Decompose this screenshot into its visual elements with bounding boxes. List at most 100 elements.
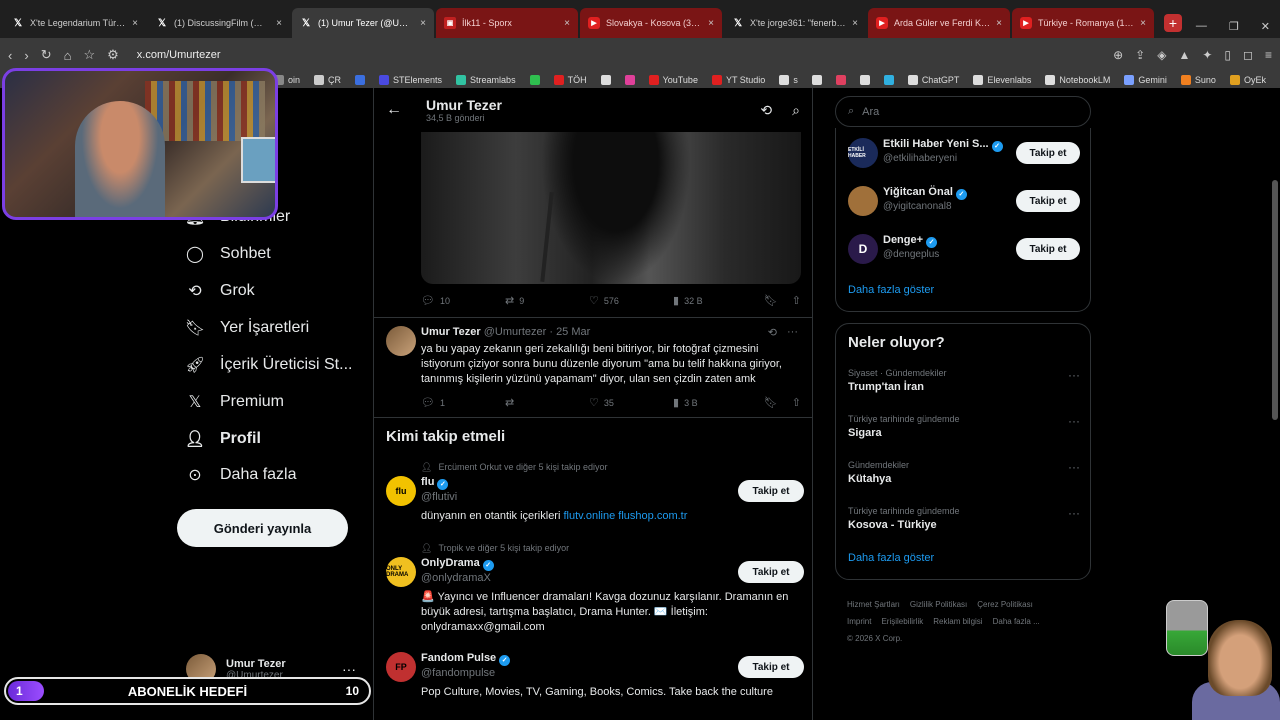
bookmark-item[interactable]: YT Studio (711, 75, 765, 85)
close-tab-icon[interactable]: × (1140, 18, 1146, 29)
close-tab-icon[interactable]: × (132, 18, 138, 29)
browser-tab[interactable]: ▶ Türkiye - Romanya (1-0) Maç Ö × (1012, 8, 1154, 38)
grok-icon[interactable]: ⟲ (768, 326, 777, 339)
tweet-image[interactable] (421, 132, 801, 284)
bookmark-item[interactable] (529, 75, 540, 85)
bookmark-item[interactable]: Gemini (1124, 75, 1167, 85)
avatar[interactable]: FP (386, 652, 416, 682)
like-button[interactable]: ♡ 35 (589, 396, 673, 409)
nav-item-yer-i-şaretleri[interactable]: 🔖︎ Yer İşaretleri (185, 319, 309, 337)
bookmark-icon[interactable]: 🔖︎ (764, 294, 778, 307)
more-dots-icon[interactable]: ··· (342, 661, 356, 677)
share-icon[interactable]: ⇪ (1135, 48, 1145, 62)
nav-item-premium[interactable]: 𝕏 Premium (186, 393, 284, 411)
bookmark-item[interactable] (883, 75, 894, 85)
more-dots-icon[interactable]: ··· (1068, 460, 1080, 474)
retweet-button[interactable]: ⇄ 9 (505, 294, 589, 307)
new-tab-button[interactable]: + (1164, 14, 1182, 32)
avatar[interactable] (848, 186, 878, 216)
browser-tab[interactable]: 𝕏 (1) DiscussingFilm (@Discussin × (148, 8, 290, 38)
footer-link[interactable]: Imprint (847, 617, 871, 626)
suggestion-name[interactable]: Fandom Pulse ✓ (421, 652, 511, 666)
more-dots-icon[interactable]: ··· (1068, 414, 1080, 428)
tweet-author-name[interactable]: Umur Tezer (421, 326, 481, 338)
show-more-link[interactable]: Daha fazla göster (848, 284, 934, 296)
bookmark-item[interactable]: YouTube (648, 75, 698, 85)
tweet-date[interactable]: · 25 Mar (549, 326, 590, 338)
avatar[interactable]: ETKİLİ HABER (848, 138, 878, 168)
like-button[interactable]: ♡ 576 (589, 294, 673, 307)
reply-button[interactable]: 💬︎ 1 (421, 396, 505, 409)
more-dots-icon[interactable]: ··· (1068, 368, 1080, 382)
back-arrow-icon[interactable]: ← (386, 101, 414, 119)
suggestion-name[interactable]: Etkili Haber Yeni S... ✓ (883, 138, 1003, 152)
url-field[interactable]: x.com/Umurtezer (137, 49, 221, 61)
browser-tab[interactable]: 𝕏 (1) Umur Tezer (@Umurtez × (292, 8, 434, 38)
browser-tab[interactable]: 𝕏 X'te jorge361: "fenerbahçe der × (724, 8, 866, 38)
close-window-icon[interactable]: ✕ (1261, 20, 1270, 33)
follow-button[interactable]: Takip et (1016, 190, 1080, 212)
bookmark-page-icon[interactable]: ☆ (83, 47, 95, 63)
wallet-icon[interactable]: ◻ (1243, 48, 1253, 62)
sidebar-icon[interactable]: ▯ (1224, 48, 1231, 62)
footer-link[interactable]: Erişilebilirlik (881, 617, 923, 626)
suggestion-name[interactable]: flu ✓ (421, 476, 449, 490)
nav-item-profil[interactable]: 👤︎ Profil (185, 430, 261, 448)
home-icon[interactable]: ⌂ (64, 48, 72, 63)
bookmark-item[interactable]: Suno (1180, 75, 1216, 85)
follow-button[interactable]: Takip et (738, 561, 804, 583)
scrollbar[interactable] (1272, 180, 1278, 420)
bookmark-item[interactable] (859, 75, 870, 85)
footer-link[interactable]: Reklam bilgisi (933, 617, 982, 626)
close-tab-icon[interactable]: × (996, 18, 1002, 29)
show-more-link[interactable]: Daha fazla göster (848, 552, 934, 564)
share-icon[interactable]: ⇧ (792, 294, 801, 307)
browser-tab[interactable]: ▶ Arda Güler ve Ferdi Kadıoğlu R × (868, 8, 1010, 38)
trend-item[interactable]: Siyaset · Gündemdekiler Trump'tan İran ··· (848, 368, 1080, 393)
footer-link[interactable]: Daha fazla ... (993, 617, 1040, 626)
bio-links[interactable]: flutv.online flushop.com.tr (563, 510, 687, 522)
bookmark-item[interactable] (355, 75, 366, 85)
bookmark-item[interactable]: ÇR (314, 75, 341, 85)
retweet-button[interactable]: ⇄ (505, 396, 589, 409)
nav-item-grok[interactable]: ⟲ Grok (186, 282, 254, 300)
menu-icon[interactable]: ≡ (1265, 48, 1272, 62)
browser-tab[interactable]: ▶ Slovakya - Kosova (3-4) M × (580, 8, 722, 38)
bookmark-item[interactable]: STElements (379, 75, 442, 85)
bookmark-icon[interactable]: 🔖︎ (764, 396, 778, 409)
nav-item-i-çerik-üreticisi-st-[interactable]: 🚀︎ İçerik Üreticisi St... (185, 356, 353, 374)
follow-button[interactable]: Takip et (738, 480, 804, 502)
views-button[interactable]: ▮ 32 B (673, 294, 757, 307)
follow-button[interactable]: Takip et (1016, 142, 1080, 164)
search-input[interactable]: ⌕ Ara (835, 96, 1091, 127)
bookmark-item[interactable]: s (779, 75, 798, 85)
bookmark-item[interactable] (624, 75, 635, 85)
bookmark-item[interactable]: Streamlabs (456, 75, 516, 85)
footer-link[interactable]: Gizlilik Politikası (910, 600, 967, 609)
extension-icon[interactable]: ▲ (1178, 48, 1190, 62)
avatar[interactable]: D (848, 234, 878, 264)
bookmark-item[interactable]: OyEk (1229, 75, 1266, 85)
avatar[interactable]: flu (386, 476, 416, 506)
close-tab-icon[interactable]: × (276, 18, 282, 29)
forward-arrow-icon[interactable]: › (24, 48, 28, 63)
footer-link[interactable]: Çerez Politikası (977, 600, 1033, 609)
post-button[interactable]: Gönderi yayınla (177, 509, 348, 547)
tweet-author-handle[interactable]: @Umurtezer (484, 326, 547, 338)
bookmark-item[interactable] (835, 75, 846, 85)
bookmark-item[interactable]: NotebookLM (1045, 75, 1110, 85)
views-button[interactable]: ▮ 3 B (673, 396, 757, 409)
reply-button[interactable]: 💬︎ 10 (421, 294, 505, 307)
follow-button[interactable]: Takip et (1016, 238, 1080, 260)
nav-item-sohbet[interactable]: ◯ Sohbet (186, 245, 271, 263)
suggestion-name[interactable]: Denge+ ✓ (883, 234, 938, 248)
close-tab-icon[interactable]: × (708, 18, 714, 29)
suggestion-name[interactable]: Yiğitcan Önal ✓ (883, 186, 967, 200)
bookmark-item[interactable] (600, 75, 611, 85)
back-arrow-icon[interactable]: ‹ (8, 48, 12, 63)
zoom-icon[interactable]: ⊕ (1113, 48, 1123, 62)
reload-icon[interactable]: ↻ (41, 47, 52, 63)
close-tab-icon[interactable]: × (564, 18, 570, 29)
grok-icon[interactable]: ⟲ (760, 102, 772, 119)
extensions-puzzle-icon[interactable]: ✦ (1202, 48, 1212, 62)
